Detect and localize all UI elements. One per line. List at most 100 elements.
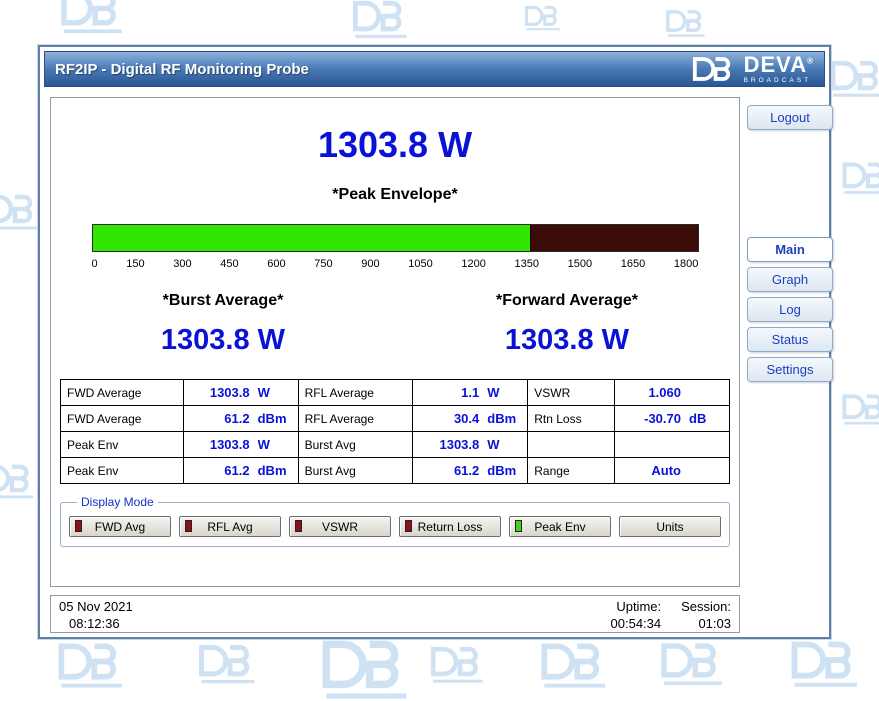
brand-watermark bbox=[538, 640, 614, 689]
reading-value: 61.2dBm bbox=[183, 458, 298, 484]
gauge-tick-label: 0 bbox=[92, 258, 98, 270]
led-indicator bbox=[515, 520, 522, 532]
display-mode-group: Display Mode FWD Avg RFL Avg VSWR Return… bbox=[60, 495, 730, 547]
reading-label: Burst Avg bbox=[298, 432, 413, 458]
brand-watermark bbox=[840, 160, 879, 195]
session-label: Session: bbox=[681, 599, 731, 614]
table-row: Peak Env 1303.8W Burst Avg 1303.8W bbox=[61, 432, 730, 458]
reading-value: 1.060 bbox=[615, 380, 730, 406]
display-mode-button-return-loss[interactable]: Return Loss bbox=[399, 516, 501, 537]
reading-value: 1303.8W bbox=[183, 380, 298, 406]
gauge-scale: 0 150 300 450 600 750 900 1050 1200 1350… bbox=[92, 258, 699, 270]
logout-button[interactable]: Logout bbox=[747, 105, 833, 130]
reading-label: Peak Env bbox=[61, 432, 184, 458]
reading-value: Auto bbox=[615, 458, 730, 484]
nav-tab-graph[interactable]: Graph bbox=[747, 267, 833, 292]
reading-value bbox=[615, 432, 730, 458]
title-bar: RF2IP - Digital RF Monitoring Probe DEVA… bbox=[44, 51, 825, 87]
brand-watermark bbox=[318, 636, 418, 701]
deva-monogram-icon bbox=[691, 55, 737, 83]
main-panel: 1303.8 W *Peak Envelope* 0 150 300 450 6… bbox=[50, 97, 740, 587]
led-indicator bbox=[405, 520, 412, 532]
reading-label: FWD Average bbox=[61, 380, 184, 406]
brand-watermark bbox=[523, 4, 565, 31]
gauge-tick-label: 900 bbox=[361, 258, 379, 270]
app-window: RF2IP - Digital RF Monitoring Probe DEVA… bbox=[38, 45, 831, 639]
table-row: FWD Average 61.2dBm RFL Average 30.4dBm … bbox=[61, 406, 730, 432]
averages-row: *Burst Average* 1303.8 W *Forward Averag… bbox=[51, 292, 739, 357]
brand-watermark bbox=[658, 640, 730, 687]
gauge-tick-label: 150 bbox=[126, 258, 144, 270]
reading-label: RFL Average bbox=[298, 380, 413, 406]
reading-value: 1303.8W bbox=[413, 432, 528, 458]
brand-watermark bbox=[840, 392, 879, 426]
led-indicator bbox=[185, 520, 192, 532]
reading-label: RFL Average bbox=[298, 406, 413, 432]
nav-tab-log[interactable]: Log bbox=[747, 297, 833, 322]
reading-value: 1.1W bbox=[413, 380, 528, 406]
brand-watermark bbox=[428, 644, 490, 684]
gauge-tick-label: 1200 bbox=[461, 258, 485, 270]
reading-value: 61.2dBm bbox=[413, 458, 528, 484]
nav-tab-status[interactable]: Status bbox=[747, 327, 833, 352]
brand-watermark bbox=[0, 462, 40, 500]
reading-value: -30.70dB bbox=[615, 406, 730, 432]
peak-envelope-label: *Peak Envelope* bbox=[51, 186, 739, 204]
burst-average-value: 1303.8 W bbox=[51, 324, 395, 357]
uptime-value: 00:54:34 bbox=[611, 616, 662, 631]
reading-value: 61.2dBm bbox=[183, 406, 298, 432]
reading-label: Peak Env bbox=[61, 458, 184, 484]
forward-average-value: 1303.8 W bbox=[395, 324, 739, 357]
display-mode-button-vswr[interactable]: VSWR bbox=[289, 516, 391, 537]
gauge-tick-label: 1050 bbox=[408, 258, 432, 270]
brand-watermark bbox=[350, 0, 414, 40]
status-time: 08:12:36 bbox=[69, 616, 133, 631]
status-bar: 05 Nov 2021 08:12:36 Uptime: 00:54:34 Se… bbox=[50, 595, 740, 633]
nav-tab-settings[interactable]: Settings bbox=[747, 357, 833, 382]
brand-watermark bbox=[664, 8, 710, 38]
gauge-tick-label: 1350 bbox=[515, 258, 539, 270]
gauge-tick-label: 1650 bbox=[621, 258, 645, 270]
power-gauge: 0 150 300 450 600 750 900 1050 1200 1350… bbox=[92, 224, 699, 270]
reading-label bbox=[528, 432, 615, 458]
reading-value: 1303.8W bbox=[183, 432, 298, 458]
session-value: 01:03 bbox=[681, 616, 731, 631]
reading-label: Rtn Loss bbox=[528, 406, 615, 432]
display-mode-legend: Display Mode bbox=[77, 495, 158, 509]
reading-value: 30.4dBm bbox=[413, 406, 528, 432]
display-mode-button-rfl-avg[interactable]: RFL Avg bbox=[179, 516, 281, 537]
reading-label: VSWR bbox=[528, 380, 615, 406]
brand-watermark bbox=[788, 638, 866, 689]
nav-tab-main[interactable]: Main bbox=[747, 237, 833, 262]
uptime-label: Uptime: bbox=[611, 599, 662, 614]
brand-watermark bbox=[196, 642, 262, 685]
reading-label: Burst Avg bbox=[298, 458, 413, 484]
gauge-tick-label: 1800 bbox=[674, 258, 698, 270]
display-mode-button-peak-env[interactable]: Peak Env bbox=[509, 516, 611, 537]
gauge-tick-label: 750 bbox=[314, 258, 332, 270]
gauge-bar bbox=[92, 224, 699, 252]
peak-envelope-value: 1303.8 W bbox=[51, 124, 739, 166]
led-indicator bbox=[295, 520, 302, 532]
reading-label: FWD Average bbox=[61, 406, 184, 432]
page-title: RF2IP - Digital RF Monitoring Probe bbox=[55, 61, 309, 78]
forward-average-label: *Forward Average* bbox=[395, 292, 739, 310]
brand-watermark bbox=[58, 0, 130, 35]
gauge-tick-label: 1500 bbox=[568, 258, 592, 270]
reading-label: Range bbox=[528, 458, 615, 484]
gauge-tick-label: 600 bbox=[267, 258, 285, 270]
gauge-fill bbox=[93, 225, 531, 251]
led-indicator bbox=[75, 520, 82, 532]
display-mode-button-units[interactable]: Units bbox=[619, 516, 721, 537]
table-row: FWD Average 1303.8W RFL Average 1.1W VSW… bbox=[61, 380, 730, 406]
readings-table: FWD Average 1303.8W RFL Average 1.1W VSW… bbox=[60, 379, 730, 484]
display-mode-button-fwd-avg[interactable]: FWD Avg bbox=[69, 516, 171, 537]
deva-logo: DEVA® BROADCAST bbox=[691, 54, 814, 85]
gauge-tick-label: 300 bbox=[173, 258, 191, 270]
table-row: Peak Env 61.2dBm Burst Avg 61.2dBm Range… bbox=[61, 458, 730, 484]
brand-subtitle: BROADCAST bbox=[744, 78, 814, 85]
status-date: 05 Nov 2021 bbox=[59, 599, 133, 614]
burst-average-label: *Burst Average* bbox=[51, 292, 395, 310]
brand-watermark bbox=[55, 640, 131, 689]
gauge-tick-label: 450 bbox=[220, 258, 238, 270]
